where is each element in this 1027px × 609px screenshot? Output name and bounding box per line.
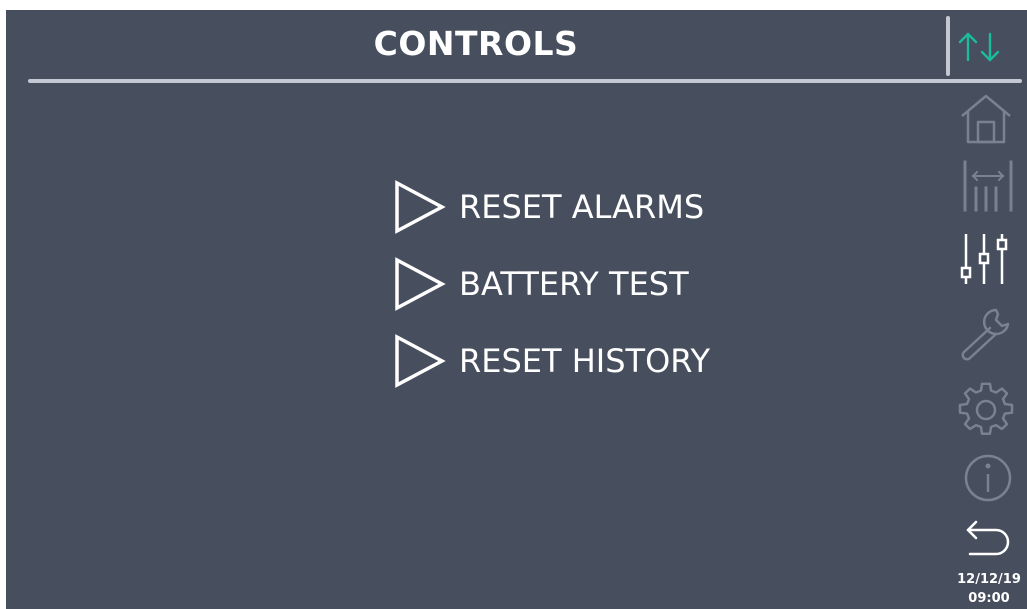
date-text: 12/12/19 bbox=[957, 572, 1021, 587]
play-triangle-icon bbox=[395, 180, 446, 234]
home-icon[interactable] bbox=[956, 90, 1016, 146]
reset-history-label: RESET HISTORY bbox=[459, 342, 710, 380]
back-arrow-icon[interactable] bbox=[956, 512, 1016, 568]
header-divider bbox=[28, 79, 1022, 83]
reset-alarms-label: RESET ALARMS bbox=[459, 188, 705, 226]
wrench-icon[interactable] bbox=[956, 306, 1016, 362]
communication-arrows-icon[interactable] bbox=[956, 22, 1004, 72]
sliders-icon[interactable] bbox=[956, 230, 1016, 286]
header-vertical-divider bbox=[946, 16, 950, 76]
info-icon[interactable] bbox=[956, 450, 1016, 506]
measurements-icon[interactable] bbox=[956, 156, 1016, 212]
page-title: CONTROLS bbox=[373, 24, 579, 63]
gear-icon[interactable] bbox=[956, 382, 1016, 438]
datetime-display: 12/12/19 09:00 bbox=[951, 570, 1027, 608]
battery-test-label: BATTERY TEST bbox=[459, 265, 689, 303]
play-triangle-icon bbox=[395, 257, 446, 311]
play-triangle-icon bbox=[395, 334, 446, 388]
controls-screen: CONTROLS RESET ALARMS BATTERY TEST RESET… bbox=[6, 10, 1027, 609]
time-text: 09:00 bbox=[968, 591, 1010, 606]
